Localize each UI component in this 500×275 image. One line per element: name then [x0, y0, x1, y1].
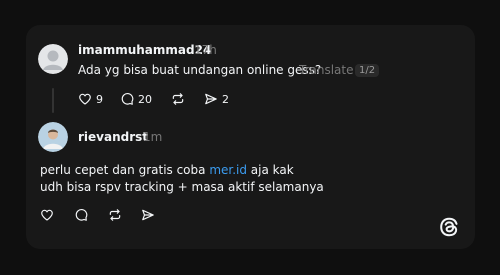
thread-connector-line — [52, 88, 54, 113]
threads-logo-icon — [438, 216, 460, 238]
translation-pager[interactable]: 1/2 — [355, 64, 380, 77]
default-avatar-icon — [38, 44, 68, 74]
like-button[interactable]: 9 — [78, 90, 103, 108]
reply-text-segment: aja kak — [246, 163, 294, 177]
share-button[interactable]: 2 — [204, 90, 229, 108]
post-timestamp: 17h — [194, 43, 217, 57]
reply-timestamp: 1m — [143, 130, 163, 144]
send-icon — [142, 209, 154, 221]
repost-button[interactable] — [171, 90, 185, 108]
like-count: 9 — [96, 92, 103, 106]
profile-photo-icon — [38, 122, 68, 152]
reply-button[interactable] — [74, 206, 88, 224]
reply-text-segment: perlu cepet dan gratis coba — [40, 163, 210, 177]
avatar[interactable] — [38, 44, 68, 74]
reply-button[interactable]: 20 — [120, 90, 152, 108]
repost-icon — [109, 209, 121, 221]
heart-icon — [79, 93, 91, 105]
share-count: 2 — [222, 92, 229, 106]
post-text: Ada yg bisa buat undangan online gess? — [78, 63, 322, 77]
comment-icon — [75, 208, 88, 221]
repost-button[interactable] — [108, 206, 122, 224]
repost-icon — [172, 93, 184, 105]
like-button[interactable] — [40, 206, 54, 224]
reply-username[interactable]: rievandrst — [78, 130, 148, 144]
post-username[interactable]: imammuhammad24 — [78, 43, 211, 57]
reply-count: 20 — [138, 92, 152, 106]
translate-link[interactable]: Translate — [299, 63, 354, 77]
heart-icon — [41, 209, 53, 221]
avatar[interactable] — [38, 122, 68, 152]
share-button[interactable] — [141, 206, 155, 224]
reply-text-line-1: perlu cepet dan gratis coba mer.id aja k… — [40, 163, 294, 177]
send-icon — [205, 93, 217, 105]
reply-text-line-2: udh bisa rspv tracking + masa aktif sela… — [40, 180, 324, 194]
reply-link[interactable]: mer.id — [209, 163, 247, 177]
comment-icon — [121, 92, 134, 105]
